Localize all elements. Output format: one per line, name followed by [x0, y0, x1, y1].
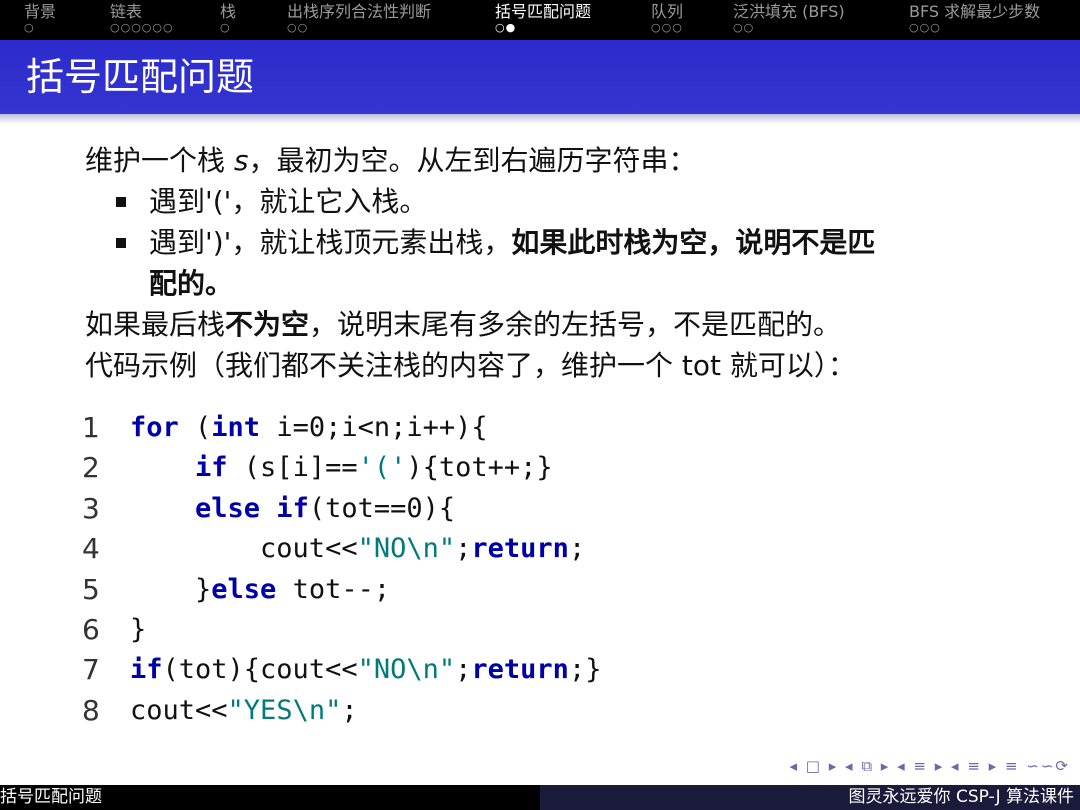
- line-number: 7: [82, 653, 100, 687]
- code-keyword: return: [471, 533, 569, 565]
- code-text: if (s[i]=='('){tot++;}: [130, 448, 553, 488]
- code-token: ;: [568, 533, 586, 565]
- line-number: 6: [82, 612, 100, 646]
- code-token: (: [178, 412, 212, 443]
- code-token: }: [130, 613, 147, 645]
- code-token: ){tot++;}: [406, 452, 553, 484]
- nav-progress-dots: ○●: [495, 21, 517, 34]
- code-text: cout<<"YES\n";: [130, 691, 358, 731]
- bullet-text: 遇到'('，就让它入栈。: [149, 185, 428, 218]
- line-number: 4: [82, 532, 100, 566]
- code-line: 3 else if(tot==0){: [82, 489, 601, 529]
- code-keyword: else: [211, 573, 277, 605]
- code-token: (s[i]==: [227, 452, 358, 484]
- final-text-rest: ，说明末尾有多余的左括号，不是匹配的。: [309, 308, 842, 341]
- nav-item-flood-fill[interactable]: 泛洪填充 (BFS) ○○: [733, 2, 845, 34]
- code-keyword: int: [211, 412, 261, 443]
- code-line: 8 cout<<"YES\n";: [82, 691, 601, 731]
- code-intro-line: 代码示例（我们都不关注栈的内容了，维护一个 tot 就可以）：: [85, 349, 856, 382]
- section-nav-bar: 背景 ○ 链表 ○○○○○○ 栈 ○ 出栈序列合法性判断 ○○ 括号匹配问题 ○● 队列 ○…: [0, 0, 1080, 40]
- footer-course-title: 图灵永远爱你 CSP-J 算法课件: [540, 785, 1080, 810]
- nav-progress-dots: ○○○○○○: [110, 21, 174, 34]
- code-line: 7 if(tot){cout<<"NO\n";return;}: [82, 650, 601, 690]
- code-token: ;: [455, 654, 472, 686]
- code-token: (tot==0){: [308, 492, 456, 524]
- nav-progress-dots: ○○○: [651, 21, 683, 34]
- code-line: 2 if (s[i]=='('){tot++;}: [82, 448, 601, 488]
- code-string: "NO\n": [357, 654, 456, 686]
- intro-text: 维护一个栈: [85, 144, 234, 177]
- footer: 括号匹配问题 图灵永远爱你 CSP-J 算法课件: [0, 785, 1080, 810]
- nav-item-bracket-matching[interactable]: 括号匹配问题 ○●: [495, 2, 591, 34]
- nav-item-bfs-steps[interactable]: BFS 求解最少步数 ○○○: [909, 2, 1040, 34]
- title-shadow: [0, 114, 1080, 124]
- final-check-line: 如果最后栈不为空，说明末尾有多余的左括号，不是匹配的。: [85, 304, 1025, 345]
- slide-content: 维护一个栈 s，最初为空。从左到右遍历字符串： 遇到'('，就让它入栈。 遇到'…: [85, 140, 1025, 386]
- nav-progress-dots: ○: [24, 21, 35, 34]
- nav-progress-dots: ○○: [733, 21, 755, 34]
- frame-title: 括号匹配问题: [26, 55, 255, 99]
- beamer-navigation-symbols[interactable]: ◂ □ ▸ ◂ ⧉ ▸ ◂ ≡ ▸ ◂ ≡ ▸ ≡ ∽∽⟳: [789, 757, 1070, 775]
- code-string: "NO\n": [357, 533, 456, 565]
- code-token: ;}: [568, 654, 602, 686]
- stack-variable: s: [233, 144, 249, 177]
- code-line: 5 }else tot--;: [82, 570, 601, 610]
- code-text: }: [130, 610, 146, 650]
- bullet-pop: 遇到')'，就让栈顶元素出栈，如果此时栈为空，说明不是匹: [85, 222, 1025, 263]
- code-keyword: if: [130, 654, 163, 686]
- nav-item-queue[interactable]: 队列 ○○○: [651, 2, 683, 34]
- code-token: tot--;: [276, 573, 391, 605]
- nav-item-linked-list[interactable]: 链表 ○○○○○○: [110, 2, 174, 34]
- frame-title-bar: 括号匹配问题: [0, 40, 1080, 114]
- line-number: 5: [82, 572, 100, 606]
- code-text: else if(tot==0){: [130, 489, 455, 529]
- nav-item-pop-sequence[interactable]: 出栈序列合法性判断 ○○: [287, 2, 431, 34]
- final-text: 如果最后栈: [85, 308, 226, 341]
- line-number: 3: [82, 491, 100, 525]
- code-string: "YES\n": [227, 694, 342, 726]
- line-number: 1: [82, 411, 100, 444]
- code-line: 1 for (int i=0;i<n;i++){: [82, 408, 601, 448]
- code-line: 6}: [82, 610, 601, 650]
- code-token: cout<<: [130, 694, 228, 726]
- code-text: cout<<"NO\n";return;: [130, 529, 585, 569]
- bullet-text: 遇到')'，就让栈顶元素出栈，: [149, 226, 512, 259]
- bullet-marker: [116, 238, 126, 248]
- intro-text-rest: ，最初为空。从左到右遍历字符串：: [248, 144, 697, 177]
- nav-progress-dots: ○○○: [909, 21, 941, 34]
- code-listing: 1 for (int i=0;i<n;i++){2 if (s[i]=='('){…: [82, 408, 601, 731]
- bullet-pop-continued: 配的。: [85, 263, 1025, 304]
- bullet-bold-text: 配的。: [149, 267, 234, 300]
- code-keyword: return: [471, 654, 569, 686]
- line-number: 8: [82, 693, 100, 727]
- code-line: 4 cout<<"NO\n";return;: [82, 529, 601, 569]
- bullet-bold-text: 如果此时栈为空，说明不是匹: [511, 226, 876, 259]
- nav-item-stack[interactable]: 栈 ○: [220, 2, 236, 34]
- code-token: }: [130, 573, 212, 605]
- code-token: (tot){cout<<: [162, 654, 358, 686]
- code-token: i=0;i<n;i++){: [260, 412, 488, 443]
- code-text: if(tot){cout<<"NO\n";return;}: [130, 650, 601, 690]
- nav-progress-dots: ○: [220, 21, 231, 34]
- code-keyword: if: [195, 452, 228, 484]
- footer-course-text: 图灵永远爱你 CSP-J 算法课件: [848, 787, 1074, 807]
- final-bold-text: 不为空: [225, 308, 310, 341]
- code-text: }else tot--;: [130, 570, 390, 610]
- nav-progress-dots: ○○: [287, 21, 309, 34]
- code-token: ;: [341, 694, 358, 726]
- intro-line: 维护一个栈 s，最初为空。从左到右遍历字符串：: [85, 140, 1025, 181]
- bullet-marker: [116, 197, 126, 207]
- nav-item-background[interactable]: 背景 ○: [24, 2, 56, 34]
- code-keyword: else if: [195, 492, 309, 524]
- code-keyword: for: [130, 412, 179, 443]
- code-text: for (int i=0;i<n;i++){: [130, 408, 488, 448]
- bullet-push: 遇到'('，就让它入栈。: [85, 181, 1025, 222]
- code-token: cout<<: [130, 533, 358, 565]
- line-number: 2: [82, 451, 100, 485]
- code-string: '(': [357, 452, 407, 484]
- code-token: ;: [455, 533, 472, 565]
- footer-section-title: 括号匹配问题: [0, 787, 102, 807]
